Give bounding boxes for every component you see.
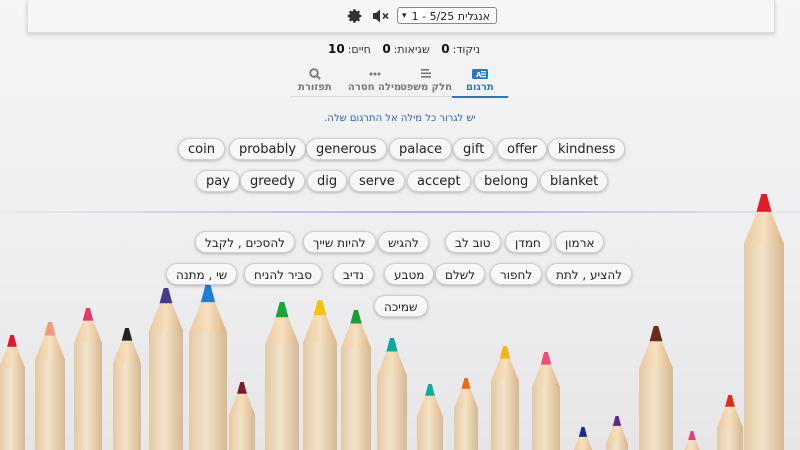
hebrew-word-chip[interactable]: להגיש bbox=[378, 231, 429, 253]
game-stats: ניקוד:0 שגיאות:0 חיים:10 bbox=[0, 42, 800, 56]
hebrew-word-chip[interactable]: ארמון bbox=[555, 231, 605, 253]
search-icon bbox=[309, 68, 321, 80]
hebrew-word-chip[interactable]: לחפור bbox=[490, 263, 543, 285]
hebrew-word-chip[interactable]: טוב לב bbox=[445, 231, 501, 253]
english-word-chip[interactable]: palace bbox=[389, 138, 452, 160]
lives-label: חיים: bbox=[347, 43, 371, 56]
translate-icon: A bbox=[471, 69, 488, 79]
score-value: 0 bbox=[441, 42, 450, 56]
lives-value: 10 bbox=[327, 42, 345, 56]
tab-sentence-part-label: חלק משפט bbox=[400, 82, 452, 93]
tab-missing-word-label: מילה חסרה bbox=[348, 82, 402, 93]
gear-icon[interactable] bbox=[347, 8, 363, 24]
game-mode-tabs: A תרגום חלק משפט מילה חסרה תפזורת bbox=[290, 68, 520, 100]
english-word-chip[interactable]: offer bbox=[497, 138, 548, 160]
tab-missing-word[interactable]: מילה חסרה bbox=[348, 68, 401, 93]
hebrew-word-chip[interactable]: להסכים , לקבל bbox=[195, 231, 295, 253]
english-word-chip[interactable]: kindness bbox=[548, 138, 626, 160]
hebrew-word-chip[interactable]: מטבע bbox=[384, 263, 435, 285]
english-word-chip[interactable]: coin bbox=[178, 138, 225, 160]
english-word-chip[interactable]: dig bbox=[307, 170, 348, 192]
text-lines-icon bbox=[420, 69, 431, 78]
section-divider bbox=[0, 211, 800, 213]
hebrew-word-chip[interactable]: סביר להניח bbox=[244, 263, 322, 285]
english-word-chip[interactable]: serve bbox=[349, 170, 405, 192]
tab-word-search[interactable]: תפזורת bbox=[298, 68, 332, 93]
dots-icon bbox=[369, 72, 381, 76]
english-word-chip[interactable]: generous bbox=[306, 138, 387, 160]
tab-translation[interactable]: A תרגום bbox=[452, 68, 508, 98]
instruction-text: יש לגרור כל מילה אל התרגום שלה. bbox=[324, 113, 476, 124]
tab-word-search-label: תפזורת bbox=[298, 82, 332, 93]
hebrew-word-chip[interactable]: שמיכה bbox=[374, 295, 428, 317]
chevron-down-icon: ▾ bbox=[402, 11, 407, 21]
speaker-muted-icon[interactable] bbox=[372, 8, 390, 24]
hebrew-word-chip[interactable]: נדיב bbox=[333, 263, 374, 285]
english-word-chip[interactable]: belong bbox=[474, 170, 539, 192]
score-label: ניקוד: bbox=[452, 43, 480, 56]
top-toolbar: ▾ אנגלית 5/25 - 1 bbox=[27, 0, 775, 33]
english-word-chip[interactable]: blanket bbox=[540, 170, 609, 192]
english-word-chip[interactable]: probably bbox=[229, 138, 307, 160]
lesson-select[interactable]: ▾ אנגלית 5/25 - 1 bbox=[397, 7, 497, 24]
errors-value: 0 bbox=[382, 42, 391, 56]
hebrew-word-chip[interactable]: להיות שייך bbox=[303, 231, 376, 253]
tab-sentence-part[interactable]: חלק משפט bbox=[400, 68, 452, 93]
hebrew-word-chip[interactable]: שי , מתנה bbox=[166, 263, 238, 285]
english-word-chip[interactable]: accept bbox=[407, 170, 471, 192]
english-word-chip[interactable]: greedy bbox=[240, 170, 306, 192]
tab-translation-label: תרגום bbox=[466, 82, 494, 93]
errors-label: שגיאות: bbox=[393, 43, 430, 56]
english-word-chip[interactable]: pay bbox=[196, 170, 240, 192]
hebrew-word-chip[interactable]: חמדן bbox=[505, 231, 551, 253]
english-word-chip[interactable]: gift bbox=[453, 138, 495, 160]
hebrew-word-chip[interactable]: לשלם bbox=[435, 263, 486, 285]
hebrew-word-chip[interactable]: להציע , לתת bbox=[546, 263, 633, 285]
lesson-select-value: אנגלית 5/25 - 1 bbox=[411, 10, 490, 23]
